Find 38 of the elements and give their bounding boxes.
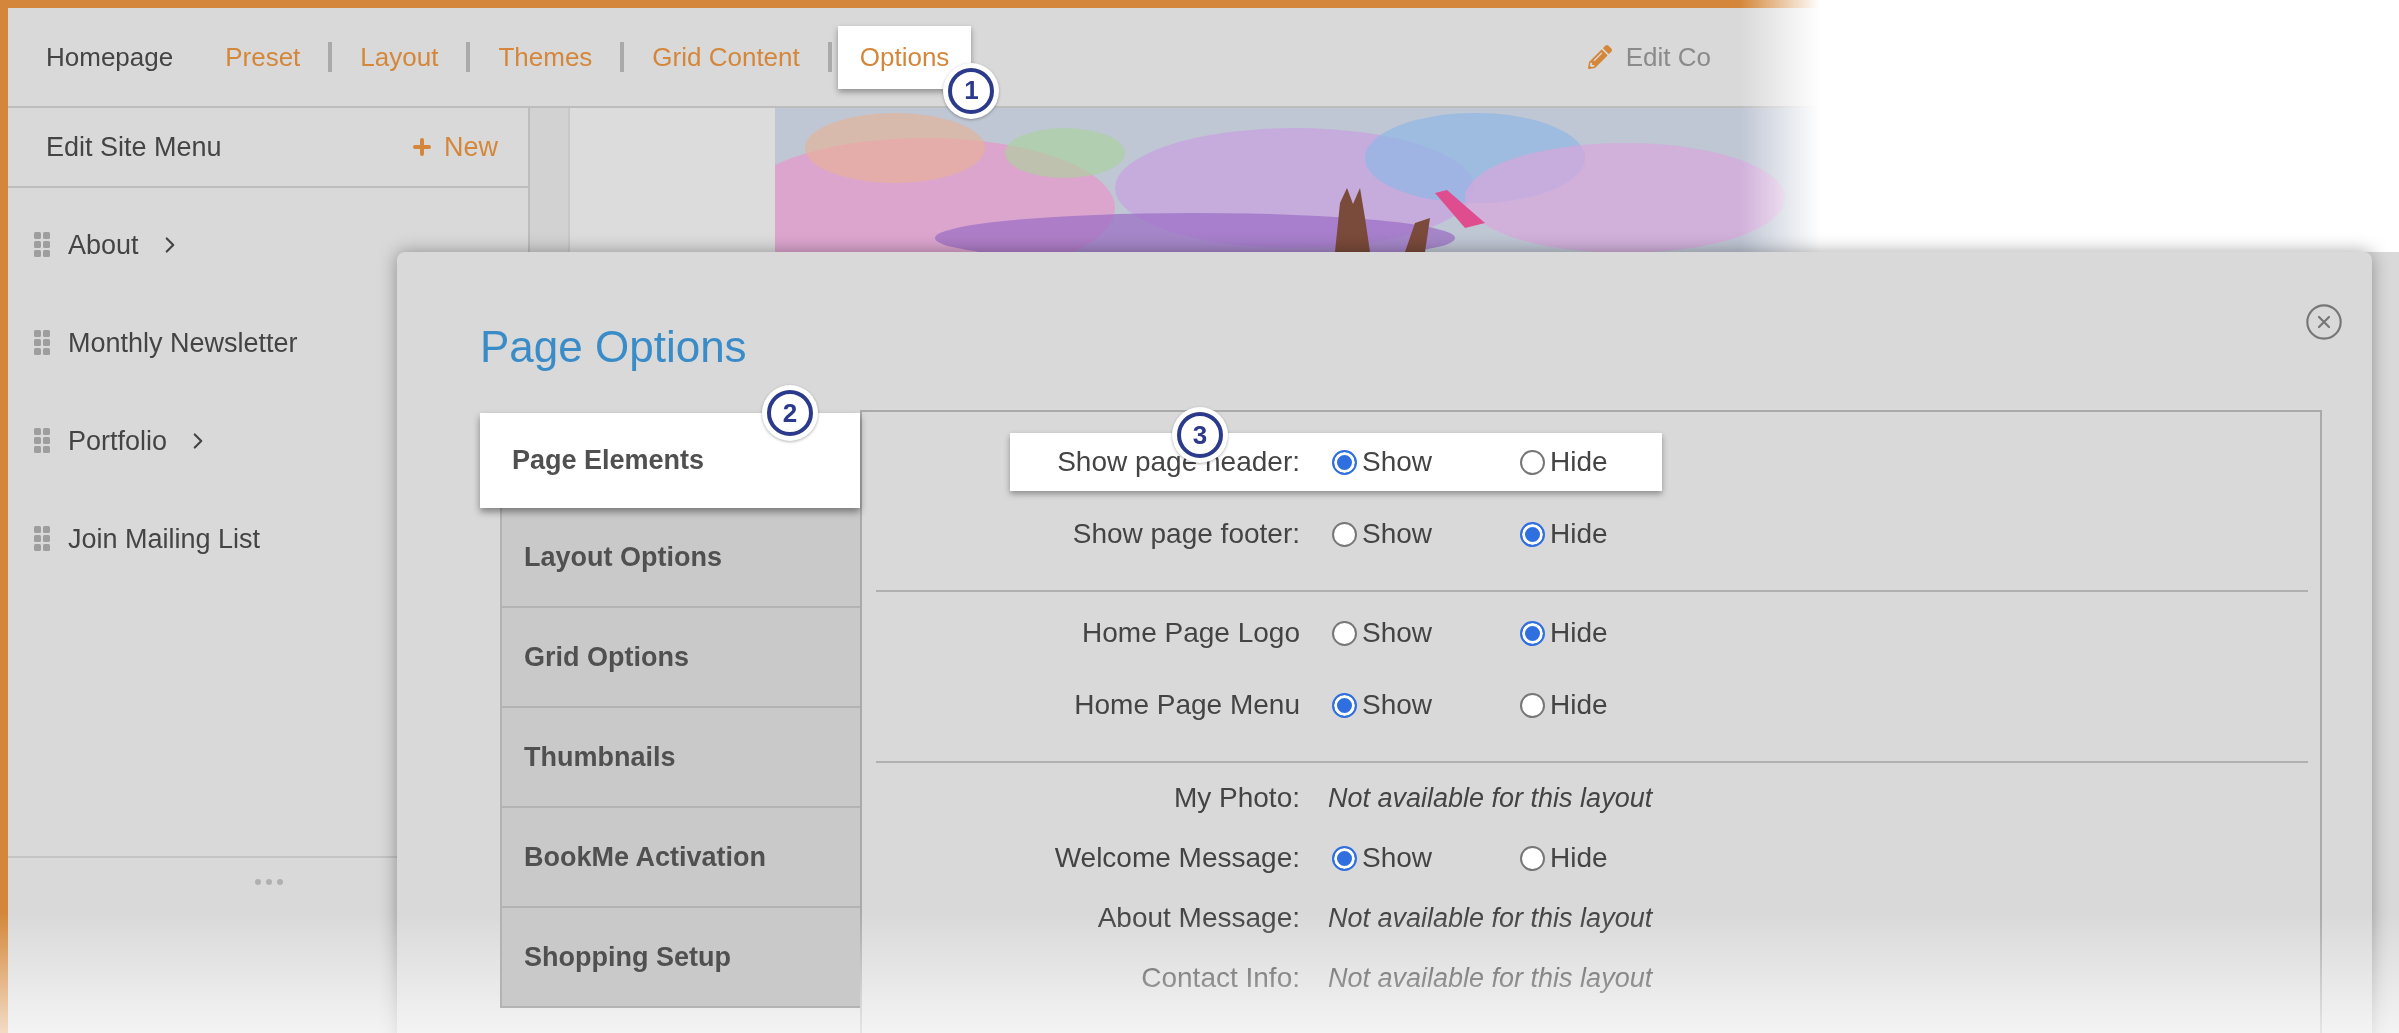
dialog-tab[interactable]: Shopping Setup [500,908,860,1008]
note-text: Not available for this layout [1328,902,1653,934]
drag-handle-icon [34,232,50,258]
radio-option[interactable]: Show [1332,689,1520,721]
radio-option[interactable]: Show [1332,842,1520,874]
resize-handle-icon[interactable] [254,878,284,886]
plus-icon [410,135,434,159]
radio-option[interactable]: Show [1332,518,1520,550]
dialog-tab[interactable]: BookMe Activation [500,808,860,908]
dialog-tab[interactable]: Layout Options [500,508,860,608]
field-label: Welcome Message: [1053,842,1301,874]
callout-badge: 2 [762,385,818,441]
radio-option[interactable]: Show [1332,446,1520,478]
field-label: Contact Info: [1140,962,1301,994]
dialog-title: Page Options [480,322,748,372]
radio-option[interactable]: Hide [1520,617,1708,649]
radio-option[interactable]: Hide [1520,518,1708,550]
sidebar-title: Edit Site Menu [46,131,222,163]
dialog-tab[interactable]: Grid Options [500,608,860,708]
close-button[interactable] [2304,302,2344,342]
note-text: Not available for this layout [1328,962,1653,994]
radio-option[interactable]: Hide [1520,689,1708,721]
field-label: Home Page Menu [1073,689,1301,721]
drag-handle-icon [34,330,50,356]
drag-handle-icon [34,428,50,454]
drag-handle-icon [34,526,50,552]
field-label: My Photo: [1172,782,1301,814]
radio-option[interactable]: Hide [1520,446,1708,478]
breadcrumb-text: Homepage [46,41,174,73]
field-label: Home Page Logo [1081,617,1301,649]
field-label: Show page footer: [1071,518,1301,550]
pencil-icon [1587,45,1612,69]
field-label: About Message: [1096,902,1301,934]
radio-option[interactable]: Hide [1520,842,1708,874]
note-text: Not available for this layout [1328,782,1653,814]
dialog-tab[interactable]: Thumbnails [500,708,860,808]
radio-option[interactable]: Show [1332,617,1520,649]
menu-item[interactable]: About [8,196,528,294]
